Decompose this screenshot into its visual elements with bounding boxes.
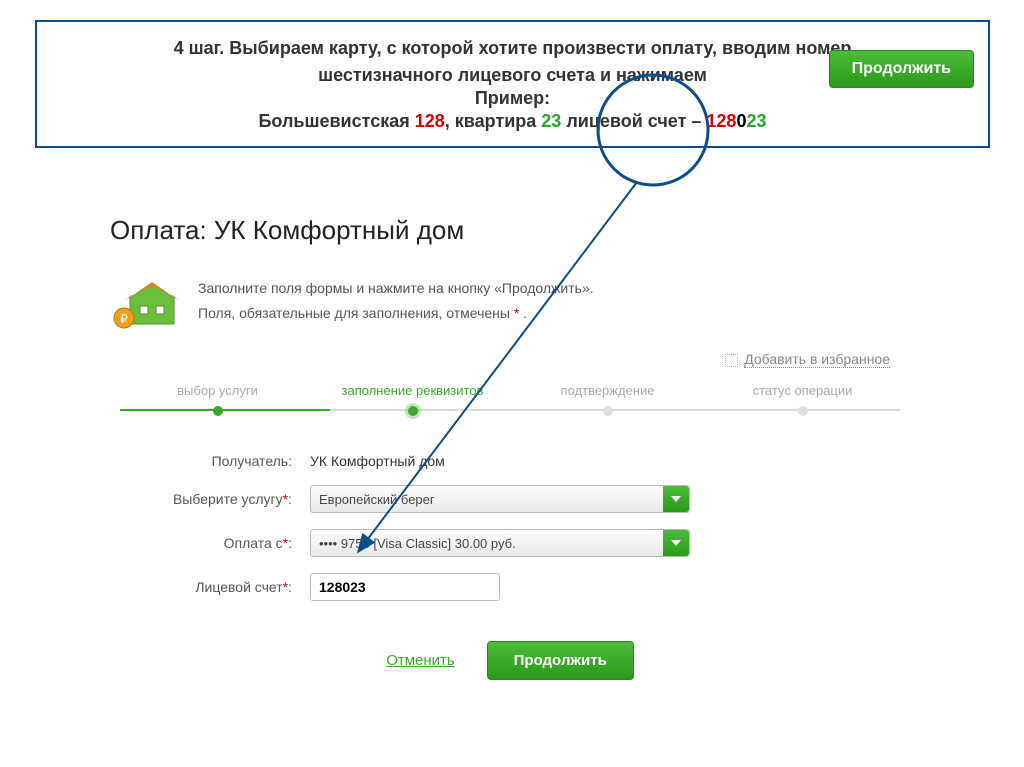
- stepper-dot-1: [213, 406, 223, 416]
- add-favorite[interactable]: Добавить в избранное: [110, 351, 890, 367]
- stepper-label-2: заполнение реквизитов: [315, 383, 510, 398]
- info-text: Заполните поля формы и нажмите на кнопку…: [198, 276, 594, 326]
- stepper-step-3: подтверждение: [510, 383, 705, 422]
- service-label: Выберите услугу*:: [110, 491, 310, 507]
- stepper-dot-4: [798, 406, 808, 416]
- instruction-example-label: Пример:: [57, 88, 968, 109]
- row-account: Лицевой счет*:: [110, 573, 910, 601]
- payfrom-label: Оплата с*:: [110, 535, 310, 551]
- instruction-example: Большевистская 128, квартира 23 лицевой …: [57, 111, 968, 132]
- row-payfrom: Оплата с*: •••• 9758 [Visa Classic] 30.0…: [110, 529, 910, 557]
- stepper-label-1: выбор услуги: [120, 383, 315, 398]
- stepper-label-3: подтверждение: [510, 383, 705, 398]
- stepper-step-2: заполнение реквизитов: [315, 383, 510, 422]
- payfrom-selected-value: •••• 9758 [Visa Classic] 30.00 руб.: [319, 536, 516, 551]
- top-continue-button[interactable]: Продолжить: [829, 50, 974, 88]
- example-prefix: Большевистская: [258, 111, 414, 131]
- example-acc-black: 0: [736, 111, 746, 131]
- recipient-value: УК Комфортный дом: [310, 453, 445, 469]
- info-line-1: Заполните поля формы и нажмите на кнопку…: [198, 276, 594, 301]
- info-row: ₽ Заполните поля формы и нажмите на кноп…: [110, 276, 910, 331]
- example-acc-red: 128: [706, 111, 736, 131]
- payment-title: Оплата: УК Комфортный дом: [110, 215, 910, 246]
- favorite-checkbox-icon: [725, 354, 738, 367]
- example-num1: 128: [415, 111, 445, 131]
- stepper-label-4: статус операции: [705, 383, 900, 398]
- action-row: Отменить Продолжить: [110, 641, 910, 680]
- stepper: выбор услуги заполнение реквизитов подтв…: [110, 383, 910, 423]
- stepper-dot-3: [603, 406, 613, 416]
- example-acc-green: 23: [746, 111, 766, 131]
- svg-text:₽: ₽: [120, 312, 128, 326]
- example-mid2: лицевой счет –: [561, 111, 706, 131]
- account-label: Лицевой счет*:: [110, 579, 310, 595]
- chevron-down-icon: [663, 530, 689, 556]
- cancel-link[interactable]: Отменить: [386, 652, 455, 669]
- stepper-step-4: статус операции: [705, 383, 900, 422]
- recipient-label: Получатель:: [110, 453, 310, 469]
- service-selected-value: Европейский берег: [319, 492, 435, 507]
- payment-panel: Оплата: УК Комфортный дом ₽ Заполните по…: [110, 215, 910, 680]
- example-num2: 23: [541, 111, 561, 131]
- payfrom-select[interactable]: •••• 9758 [Visa Classic] 30.00 руб.: [310, 529, 690, 557]
- service-select[interactable]: Европейский берег: [310, 485, 690, 513]
- house-icon: ₽: [110, 276, 180, 331]
- continue-button[interactable]: Продолжить: [487, 641, 634, 680]
- chevron-down-icon: [663, 486, 689, 512]
- example-mid: , квартира: [445, 111, 542, 131]
- stepper-dot-2: [408, 406, 418, 416]
- row-service: Выберите услугу*: Европейский берег: [110, 485, 910, 513]
- stepper-step-1: выбор услуги: [120, 383, 315, 422]
- favorite-label: Добавить в избранное: [744, 351, 890, 368]
- account-input[interactable]: [310, 573, 500, 601]
- row-recipient: Получатель: УК Комфортный дом: [110, 453, 910, 469]
- info-line-2: Поля, обязательные для заполнения, отмеч…: [198, 301, 594, 326]
